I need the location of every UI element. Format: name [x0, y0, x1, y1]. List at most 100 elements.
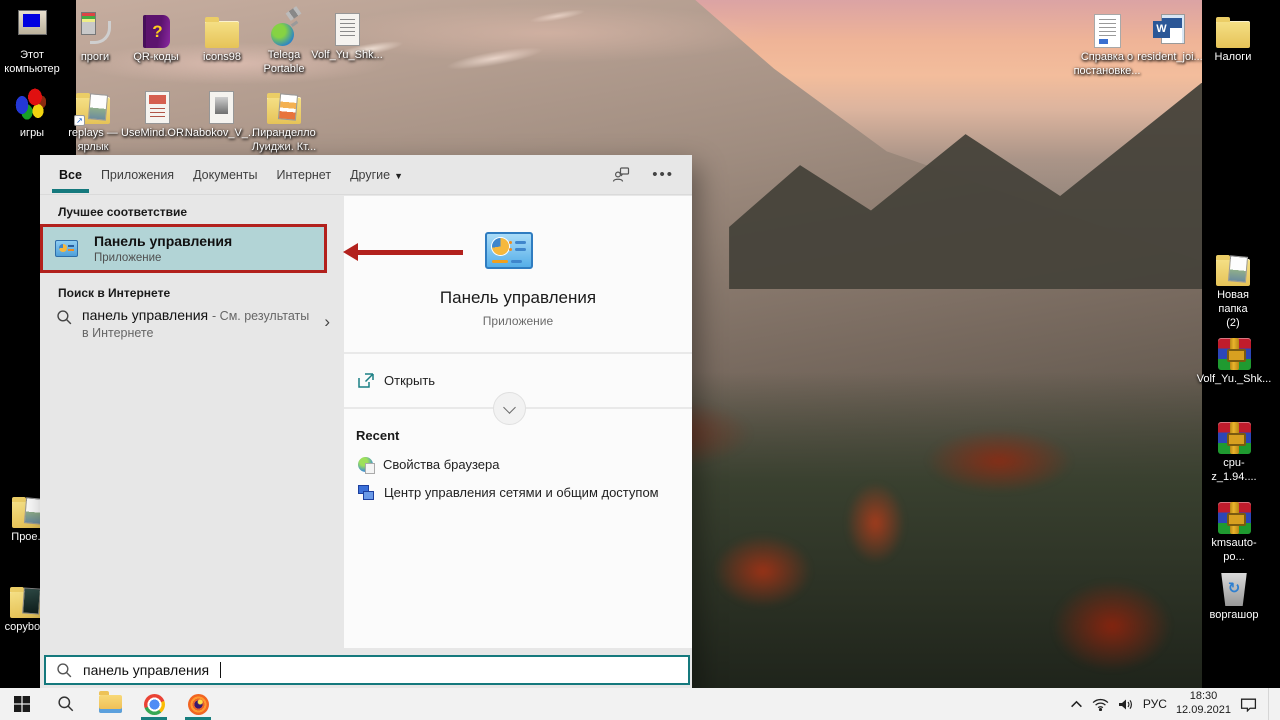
- tab-label: Документы: [193, 168, 257, 182]
- suggestion-query: панель управления: [82, 307, 208, 323]
- book-red-icon: [145, 91, 170, 124]
- tab-label: Другие: [350, 168, 390, 182]
- chrome-button[interactable]: [132, 688, 176, 720]
- wifi-icon[interactable]: [1092, 698, 1109, 711]
- search-icon: [57, 695, 75, 713]
- device-icon: [78, 12, 112, 48]
- desktop-icon-vorgashor[interactable]: воргашор: [1204, 566, 1264, 623]
- desktop-icon-nalogi[interactable]: Налоги: [1204, 8, 1262, 65]
- desktop-icon-progi[interactable]: проги: [70, 8, 120, 65]
- desktop-icon-label: Volf_Yu._Shk...: [1197, 373, 1272, 387]
- best-match-result[interactable]: Панель управления Приложение: [40, 224, 327, 273]
- desktop-icon-usemind[interactable]: UseMind.OR...: [124, 84, 190, 141]
- desktop-icon-label: QR-коды: [133, 51, 178, 65]
- open-label: Открыть: [384, 373, 435, 388]
- winrar-archive-icon: [1218, 422, 1251, 454]
- internet-properties-icon: [358, 457, 373, 472]
- desktop-icon-icons98[interactable]: icons98: [192, 8, 252, 65]
- search-input-value: панель управления: [83, 662, 209, 678]
- desktop-icon-novaya-papka[interactable]: Новая папка (2): [1202, 246, 1264, 330]
- action-center-icon[interactable]: [1240, 697, 1257, 712]
- language-indicator[interactable]: РУС: [1143, 697, 1167, 711]
- tab-apps[interactable]: Приложения: [100, 168, 175, 182]
- recent-item-label: Центр управления сетями и общим доступом: [384, 485, 659, 500]
- suggestion-annotation: - См. результаты: [212, 309, 309, 323]
- result-subtitle: Приложение: [94, 252, 232, 264]
- document-icon: [1094, 14, 1121, 48]
- control-panel-icon: [55, 240, 78, 257]
- desktop-icon-label: Налоги: [1215, 51, 1252, 65]
- desktop-icon-volf-book[interactable]: Volf_Yu_Shk...: [314, 6, 380, 63]
- system-tray: РУС 18:30 12.09.2021: [1070, 688, 1280, 720]
- desktop-icon-pirandello[interactable]: Пиранделло Луиджи. Кт...: [248, 84, 320, 155]
- recent-header: Recent: [356, 428, 399, 443]
- desktop-icon-label: игры: [20, 127, 44, 141]
- desktop-icon-resident-doc[interactable]: resident_joi...: [1140, 8, 1200, 65]
- volume-icon[interactable]: [1118, 698, 1134, 711]
- desktop-icon-telega-portable[interactable]: Telega Portable: [254, 6, 314, 77]
- web-search-header: Поиск в Интернете: [58, 286, 170, 300]
- tray-expand-icon[interactable]: [1070, 699, 1083, 709]
- satellite-icon: [265, 8, 303, 46]
- desktop-icon-label: Этот компьютер: [4, 49, 60, 77]
- shortcut-arrow-icon: ↗: [74, 115, 85, 126]
- show-desktop-button[interactable]: [1268, 688, 1272, 720]
- tab-label: Интернет: [277, 168, 332, 182]
- more-options-icon[interactable]: •••: [652, 170, 674, 180]
- tab-documents[interactable]: Документы: [192, 168, 258, 182]
- desktop-icon-label: Новая папка (2): [1202, 289, 1264, 330]
- butterfly-icon: [12, 88, 52, 124]
- desktop-icon-kmsauto-rar[interactable]: kmsauto-po...: [1204, 494, 1264, 565]
- windows-logo-icon: [14, 696, 30, 712]
- tab-web[interactable]: Интернет: [276, 168, 333, 182]
- firefox-button[interactable]: [176, 688, 220, 720]
- annotation-arrow: [358, 250, 463, 255]
- search-icon: [56, 309, 73, 326]
- desktop-icon-nabokov[interactable]: Nabokov_V_...: [188, 84, 254, 141]
- file-explorer-button[interactable]: [88, 688, 132, 720]
- taskbar-search-button[interactable]: [44, 688, 88, 720]
- computer-icon: [14, 10, 50, 46]
- recent-item-label: Свойства браузера: [383, 457, 499, 472]
- desktop-icon-spravka[interactable]: Справка о постановке...: [1078, 8, 1136, 79]
- desktop-icon-this-pc[interactable]: Этот компьютер: [4, 6, 60, 77]
- desktop-icon-label: Справка о постановке...: [1074, 51, 1141, 79]
- chevron-right-icon: ›: [324, 312, 330, 332]
- book-purple-icon: [143, 15, 170, 48]
- windows-search-window: Все Приложения Документы Интернет Другие…: [40, 155, 692, 688]
- tab-more[interactable]: Другие ▼: [349, 168, 404, 182]
- result-title: Панель управления: [94, 233, 232, 250]
- chevron-down-icon: ▼: [394, 171, 403, 181]
- firefox-icon: [188, 694, 209, 715]
- start-button[interactable]: [0, 688, 44, 720]
- desktop-icon-replays[interactable]: ↗replays — ярлык: [62, 84, 124, 155]
- desktop-icon-label: Volf_Yu_Shk...: [311, 49, 383, 63]
- desktop-icon-igry[interactable]: игры: [6, 84, 58, 141]
- tab-all[interactable]: Все: [58, 168, 83, 182]
- web-search-suggestion[interactable]: панель управления - См. результаты в Инт…: [40, 304, 344, 350]
- detail-subtitle: Приложение: [344, 314, 692, 328]
- desktop-icon-label: Nabokov_V_...: [185, 127, 257, 141]
- word-icon: [1153, 14, 1187, 48]
- feedback-user-icon[interactable]: [612, 167, 630, 183]
- text-caret: [220, 662, 221, 678]
- book-white-icon: [335, 13, 360, 46]
- recent-item[interactable]: Центр управления сетями и общим доступом: [344, 479, 692, 505]
- folder-icon: [205, 21, 239, 48]
- tray-time: 18:30: [1176, 690, 1231, 704]
- tab-label: Приложения: [101, 168, 174, 182]
- winrar-archive-icon: [1218, 502, 1251, 534]
- folder-photo-dark-icon: [10, 591, 44, 618]
- chevron-down-icon: [503, 401, 516, 414]
- clock[interactable]: 18:30 12.09.2021: [1176, 690, 1231, 718]
- recycle-bin-icon: [1220, 573, 1249, 606]
- taskbar: РУС 18:30 12.09.2021: [0, 688, 1280, 720]
- expand-details-button[interactable]: [493, 392, 526, 425]
- desktop-icon-qr-codes[interactable]: QR-коды: [124, 8, 188, 65]
- file-explorer-icon: [99, 695, 122, 713]
- desktop-icon-volf-rar[interactable]: Volf_Yu._Shk...: [1204, 330, 1264, 387]
- desktop-icon-cpuz-rar[interactable]: cpu-z_1.94....: [1204, 414, 1264, 485]
- desktop-icon-label: Пиранделло Луиджи. Кт...: [252, 127, 316, 155]
- search-input[interactable]: панель управления: [44, 655, 690, 685]
- recent-item[interactable]: Свойства браузера: [344, 451, 692, 477]
